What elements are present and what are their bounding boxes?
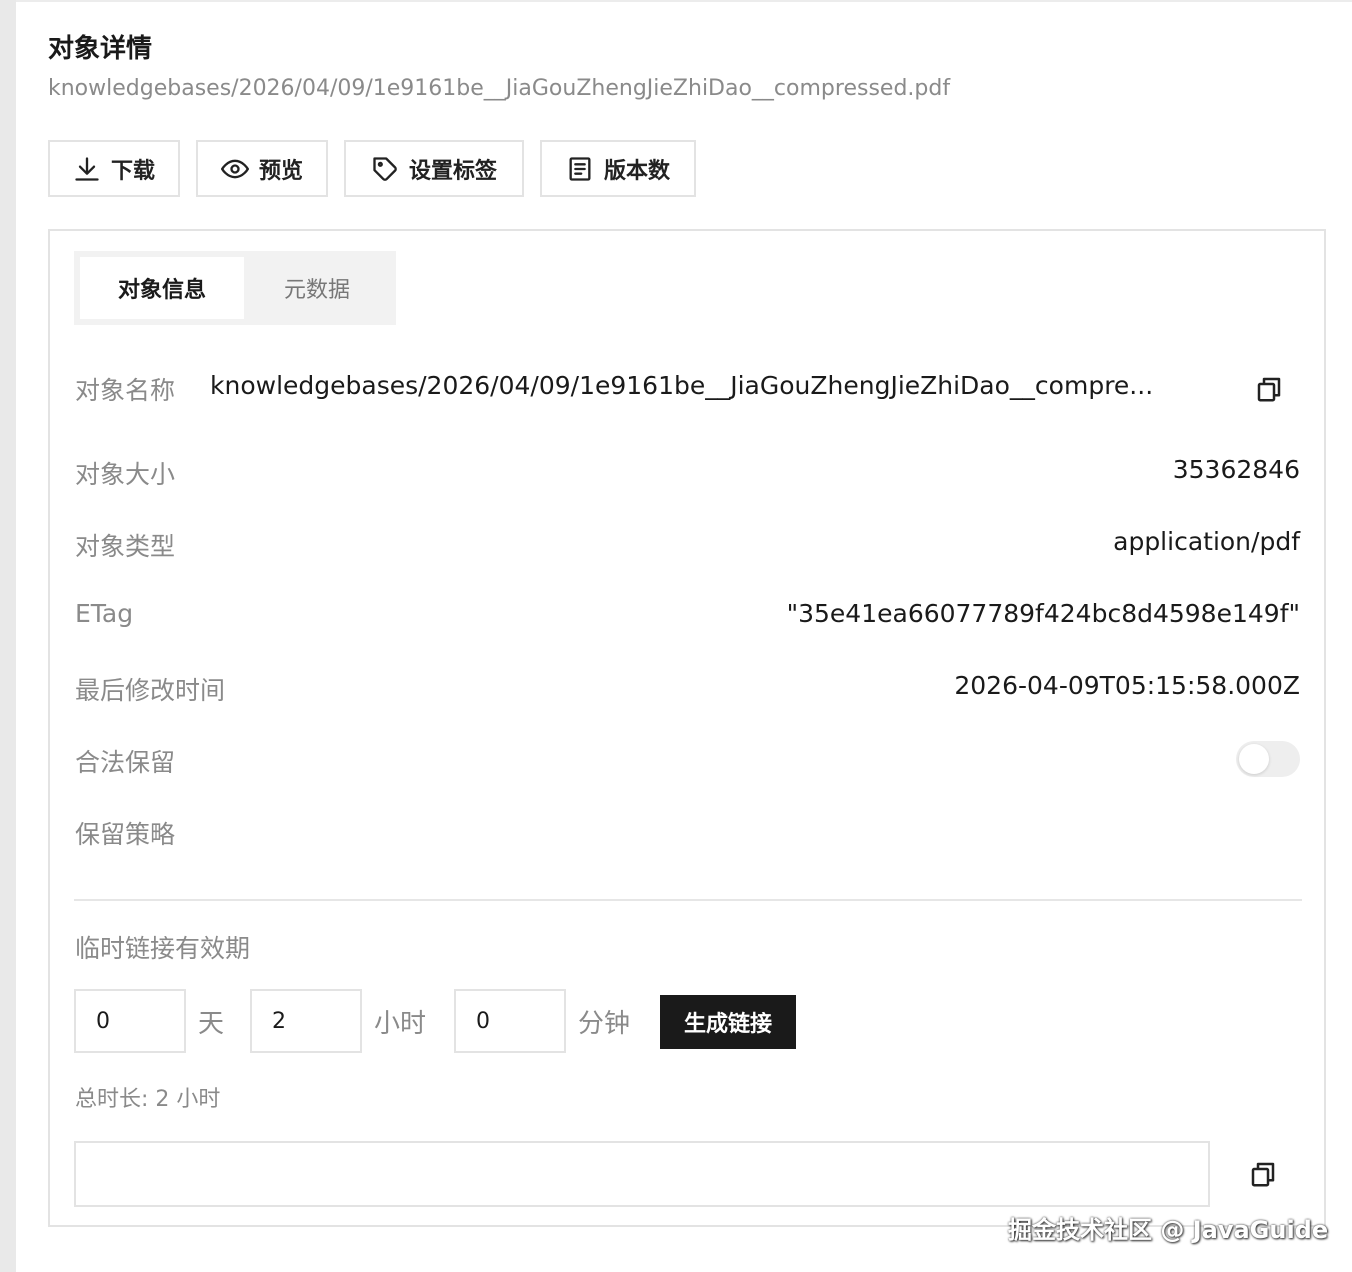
- preview-label: 预览: [258, 158, 303, 184]
- generate-link-button[interactable]: 生成链接: [660, 995, 796, 1049]
- object-path: knowledgebases/2026/04/09/1e9161be__JiaG…: [48, 76, 951, 101]
- set-tags-label: 设置标签: [408, 158, 497, 184]
- object-name-value: knowledgebases/2026/04/09/1e9161be__JiaG…: [210, 371, 1154, 400]
- tab-object-info[interactable]: 对象信息: [80, 257, 244, 319]
- copy-link-icon[interactable]: [1248, 1159, 1278, 1189]
- object-info-panel: 对象信息 元数据 对象名称 knowledgebases/2026/04/09/…: [48, 229, 1326, 1227]
- etag-value: "35e41ea66077789f424bc8d4598e149f": [786, 599, 1300, 628]
- document-icon: [569, 156, 591, 181]
- set-tags-button[interactable]: 设置标签: [344, 140, 524, 197]
- copy-icon[interactable]: [1254, 374, 1284, 404]
- versions-button[interactable]: 版本数: [540, 140, 696, 197]
- days-unit: 天: [198, 1009, 225, 1039]
- last-modified-label: 最后修改时间: [75, 676, 226, 705]
- legal-hold-toggle[interactable]: [1236, 741, 1300, 777]
- object-type-label: 对象类型: [75, 532, 176, 561]
- object-size-value: 35362846: [1172, 455, 1300, 484]
- download-icon: [75, 156, 99, 181]
- generated-link-field[interactable]: [74, 1141, 1210, 1207]
- tab-bar: 对象信息 元数据: [74, 251, 396, 325]
- preview-button[interactable]: 预览: [196, 140, 328, 197]
- watermark: 掘金技术社区 @ JavaGuide: [1008, 1216, 1329, 1244]
- temp-link-expiry-label: 临时链接有效期: [75, 934, 251, 963]
- object-size-label: 对象大小: [75, 460, 176, 489]
- object-name-label: 对象名称: [75, 376, 176, 405]
- hours-input[interactable]: [250, 989, 362, 1053]
- side-shade: [0, 0, 16, 1272]
- total-duration: 总时长: 2 小时: [75, 1087, 221, 1112]
- hours-unit: 小时: [374, 1009, 427, 1039]
- download-label: 下载: [110, 158, 155, 184]
- etag-label: ETag: [75, 599, 134, 628]
- legal-hold-label: 合法保留: [75, 748, 176, 777]
- download-button[interactable]: 下载: [48, 140, 180, 197]
- minutes-input[interactable]: [454, 989, 566, 1053]
- toggle-knob: [1239, 744, 1269, 774]
- section-divider: [74, 899, 1302, 901]
- retention-policy-label: 保留策略: [75, 820, 176, 849]
- tab-metadata[interactable]: 元数据: [244, 257, 390, 319]
- tag-icon: [373, 156, 397, 181]
- top-divider: [16, 0, 1352, 2]
- minutes-unit: 分钟: [578, 1009, 631, 1039]
- eye-icon: [220, 159, 249, 178]
- days-input[interactable]: [74, 989, 186, 1053]
- last-modified-value: 2026-04-09T05:15:58.000Z: [954, 671, 1300, 700]
- page-title: 对象详情: [48, 34, 153, 64]
- object-type-value: application/pdf: [1113, 527, 1300, 556]
- versions-label: 版本数: [603, 158, 670, 184]
